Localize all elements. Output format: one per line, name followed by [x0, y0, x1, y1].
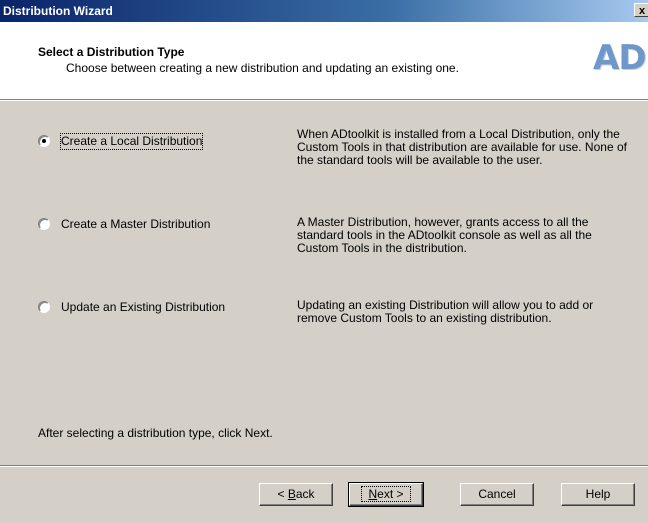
back-prefix: <	[277, 487, 288, 501]
footer-divider	[0, 465, 648, 467]
description-update: Updating an existing Distribution will a…	[297, 298, 594, 325]
back-button[interactable]: < Back	[259, 483, 333, 506]
wizard-header: Select a Distribution Type Choose betwee…	[0, 22, 648, 99]
page-title: Select a Distribution Type	[38, 45, 185, 59]
page-subtitle: Choose between creating a new distributi…	[66, 61, 459, 75]
window-title: Distribution Wizard	[3, 4, 113, 18]
radio-button-update[interactable]	[38, 301, 50, 313]
help-label: Help	[585, 487, 611, 501]
adtoolkit-logo: AD	[593, 38, 647, 78]
close-button[interactable]: x	[634, 3, 648, 17]
back-label-rest: ack	[295, 487, 315, 501]
title-bar: Distribution Wizard x	[0, 0, 648, 22]
header-divider	[0, 99, 648, 101]
back-mnemonic: B	[287, 487, 296, 501]
close-icon: x	[638, 5, 646, 17]
radio-button-local[interactable]	[38, 135, 50, 147]
next-label-rest: ext >	[377, 487, 404, 501]
radio-label-master[interactable]: Create a Master Distribution	[61, 217, 210, 232]
next-label: Next >	[361, 486, 411, 502]
next-button[interactable]: Next >	[348, 482, 424, 507]
cancel-label: Cancel	[478, 487, 516, 501]
radio-button-master[interactable]	[38, 218, 50, 230]
radio-label-update[interactable]: Update an Existing Distribution	[61, 300, 225, 315]
description-master: A Master Distribution, however, grants a…	[297, 215, 592, 255]
cancel-button[interactable]: Cancel	[460, 483, 534, 506]
description-local: When ADtoolkit is installed from a Local…	[297, 127, 627, 167]
help-button[interactable]: Help	[561, 483, 635, 506]
footer-instruction: After selecting a distribution type, cli…	[38, 426, 273, 440]
next-mnemonic: N	[368, 487, 378, 501]
radio-label-local[interactable]: Create a Local Distribution	[59, 133, 204, 150]
